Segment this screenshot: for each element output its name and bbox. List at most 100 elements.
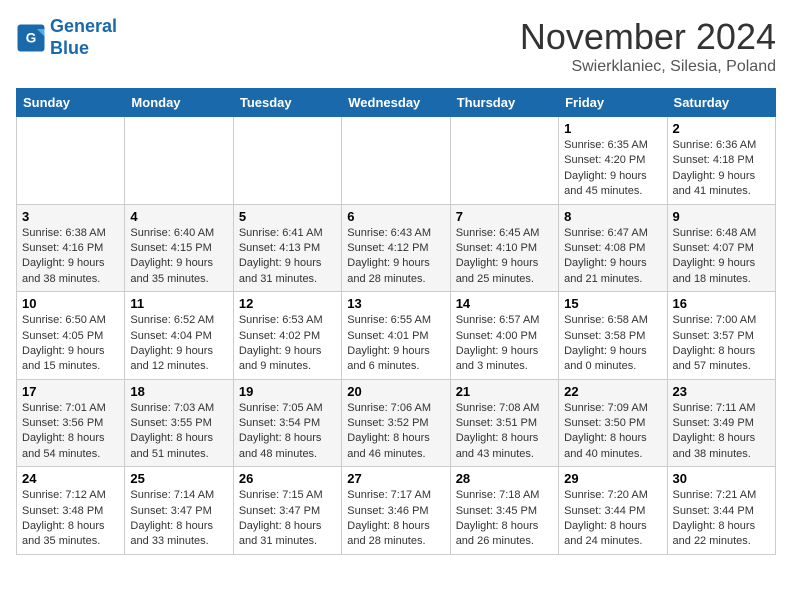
calendar-cell: 24 Sunrise: 7:12 AM Sunset: 3:48 PM Dayli… [17,467,125,555]
day-number: 4 [130,209,227,224]
day-number: 8 [564,209,661,224]
calendar-cell: 30 Sunrise: 7:21 AM Sunset: 3:44 PM Dayli… [667,467,775,555]
day-info: Sunrise: 6:38 AM Sunset: 4:16 PM Dayligh… [22,226,119,288]
header: G General Blue November 2024 Swierklanie… [16,16,776,76]
calendar-cell: 18Sunrise: 7:03 AM Sunset: 3:55 PM Dayli… [125,379,233,467]
day-info: Sunrise: 7:14 AM Sunset: 3:47 PM Dayligh… [130,488,227,550]
calendar-cell [17,117,125,205]
day-number: 14 [456,296,553,311]
calendar-cell [450,117,558,205]
day-number: 23 [673,384,770,399]
day-number: 27 [347,471,444,486]
logo: G General Blue [16,16,117,59]
calendar-cell: 11Sunrise: 6:52 AM Sunset: 4:04 PM Dayli… [125,292,233,380]
calendar-cell: 28Sunrise: 7:18 AM Sunset: 3:45 PM Dayli… [450,467,558,555]
day-info: Sunrise: 6:55 AM Sunset: 4:01 PM Dayligh… [347,313,444,375]
day-number: 26 [239,471,336,486]
day-info: Sunrise: 7:17 AM Sunset: 3:46 PM Dayligh… [347,488,444,550]
day-info: Sunrise: 7:12 AM Sunset: 3:48 PM Dayligh… [22,488,119,550]
day-number: 22 [564,384,661,399]
day-info: Sunrise: 6:48 AM Sunset: 4:07 PM Dayligh… [673,226,770,288]
day-info: Sunrise: 6:58 AM Sunset: 3:58 PM Dayligh… [564,313,661,375]
calendar-cell: 9 Sunrise: 6:48 AM Sunset: 4:07 PM Daylig… [667,204,775,292]
calendar-cell: 22 Sunrise: 7:09 AM Sunset: 3:50 PM Dayli… [559,379,667,467]
calendar-cell: 21Sunrise: 7:08 AM Sunset: 3:51 PM Dayli… [450,379,558,467]
logo-icon: G [16,23,46,53]
day-number: 17 [22,384,119,399]
day-info: Sunrise: 6:35 AM Sunset: 4:20 PM Dayligh… [564,138,661,200]
calendar-cell: 12 Sunrise: 6:53 AM Sunset: 4:02 PM Dayli… [233,292,341,380]
day-info: Sunrise: 6:53 AM Sunset: 4:02 PM Dayligh… [239,313,336,375]
day-number: 7 [456,209,553,224]
title-area: November 2024 Swierklaniec, Silesia, Pol… [520,16,776,76]
day-info: Sunrise: 7:09 AM Sunset: 3:50 PM Dayligh… [564,401,661,463]
calendar-week-row: 24 Sunrise: 7:12 AM Sunset: 3:48 PM Dayli… [17,467,776,555]
day-number: 24 [22,471,119,486]
calendar-cell: 6 Sunrise: 6:43 AM Sunset: 4:12 PM Daylig… [342,204,450,292]
calendar-cell: 29 Sunrise: 7:20 AM Sunset: 3:44 PM Dayli… [559,467,667,555]
calendar-cell: 27 Sunrise: 7:17 AM Sunset: 3:46 PM Dayli… [342,467,450,555]
day-info: Sunrise: 6:57 AM Sunset: 4:00 PM Dayligh… [456,313,553,375]
weekday-header-friday: Friday [559,89,667,117]
day-info: Sunrise: 7:05 AM Sunset: 3:54 PM Dayligh… [239,401,336,463]
weekday-header-sunday: Sunday [17,89,125,117]
day-number: 5 [239,209,336,224]
day-info: Sunrise: 7:00 AM Sunset: 3:57 PM Dayligh… [673,313,770,375]
weekday-header-wednesday: Wednesday [342,89,450,117]
calendar-cell: 2 Sunrise: 6:36 AM Sunset: 4:18 PM Daylig… [667,117,775,205]
svg-text:G: G [26,30,37,45]
calendar-cell [233,117,341,205]
day-number: 20 [347,384,444,399]
day-number: 9 [673,209,770,224]
calendar-cell: 17 Sunrise: 7:01 AM Sunset: 3:56 PM Dayli… [17,379,125,467]
day-number: 21 [456,384,553,399]
day-number: 12 [239,296,336,311]
calendar-week-row: 1 Sunrise: 6:35 AM Sunset: 4:20 PM Daylig… [17,117,776,205]
day-number: 25 [130,471,227,486]
calendar-week-row: 3Sunrise: 6:38 AM Sunset: 4:16 PM Daylig… [17,204,776,292]
day-number: 16 [673,296,770,311]
weekday-header-row: SundayMondayTuesdayWednesdayThursdayFrid… [17,89,776,117]
day-number: 30 [673,471,770,486]
day-info: Sunrise: 7:20 AM Sunset: 3:44 PM Dayligh… [564,488,661,550]
calendar-cell: 19 Sunrise: 7:05 AM Sunset: 3:54 PM Dayli… [233,379,341,467]
location: Swierklaniec, Silesia, Poland [520,58,776,76]
calendar-cell [342,117,450,205]
weekday-header-tuesday: Tuesday [233,89,341,117]
calendar-cell: 15Sunrise: 6:58 AM Sunset: 3:58 PM Dayli… [559,292,667,380]
calendar-week-row: 17 Sunrise: 7:01 AM Sunset: 3:56 PM Dayli… [17,379,776,467]
day-number: 2 [673,121,770,136]
day-info: Sunrise: 7:21 AM Sunset: 3:44 PM Dayligh… [673,488,770,550]
calendar-cell: 10 Sunrise: 6:50 AM Sunset: 4:05 PM Dayli… [17,292,125,380]
day-info: Sunrise: 6:41 AM Sunset: 4:13 PM Dayligh… [239,226,336,288]
calendar-cell: 13 Sunrise: 6:55 AM Sunset: 4:01 PM Dayli… [342,292,450,380]
day-info: Sunrise: 6:50 AM Sunset: 4:05 PM Dayligh… [22,313,119,375]
day-info: Sunrise: 6:36 AM Sunset: 4:18 PM Dayligh… [673,138,770,200]
logo-line1: General [50,16,117,36]
day-number: 18 [130,384,227,399]
weekday-header-monday: Monday [125,89,233,117]
day-number: 6 [347,209,444,224]
day-info: Sunrise: 6:47 AM Sunset: 4:08 PM Dayligh… [564,226,661,288]
calendar-cell: 3Sunrise: 6:38 AM Sunset: 4:16 PM Daylig… [17,204,125,292]
day-number: 28 [456,471,553,486]
calendar-cell: 5 Sunrise: 6:41 AM Sunset: 4:13 PM Daylig… [233,204,341,292]
calendar-cell: 16 Sunrise: 7:00 AM Sunset: 3:57 PM Dayli… [667,292,775,380]
day-number: 19 [239,384,336,399]
calendar-cell: 7Sunrise: 6:45 AM Sunset: 4:10 PM Daylig… [450,204,558,292]
weekday-header-saturday: Saturday [667,89,775,117]
day-info: Sunrise: 6:43 AM Sunset: 4:12 PM Dayligh… [347,226,444,288]
day-number: 29 [564,471,661,486]
calendar-cell [125,117,233,205]
day-info: Sunrise: 7:01 AM Sunset: 3:56 PM Dayligh… [22,401,119,463]
day-info: Sunrise: 7:15 AM Sunset: 3:47 PM Dayligh… [239,488,336,550]
day-number: 1 [564,121,661,136]
day-number: 11 [130,296,227,311]
calendar-cell: 4Sunrise: 6:40 AM Sunset: 4:15 PM Daylig… [125,204,233,292]
day-number: 13 [347,296,444,311]
day-number: 10 [22,296,119,311]
calendar-cell: 8 Sunrise: 6:47 AM Sunset: 4:08 PM Daylig… [559,204,667,292]
day-info: Sunrise: 7:11 AM Sunset: 3:49 PM Dayligh… [673,401,770,463]
calendar-week-row: 10 Sunrise: 6:50 AM Sunset: 4:05 PM Dayli… [17,292,776,380]
day-info: Sunrise: 7:06 AM Sunset: 3:52 PM Dayligh… [347,401,444,463]
